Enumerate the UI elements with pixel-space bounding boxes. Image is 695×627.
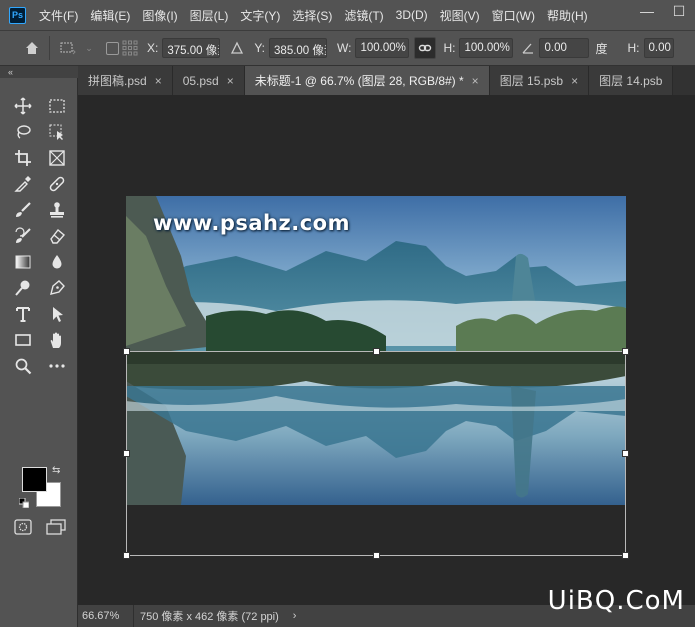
menu-help[interactable]: 帮助(H) bbox=[547, 7, 588, 24]
h-skew-field[interactable]: 0.00 bbox=[643, 38, 674, 58]
document-info: 750 像素 x 462 像素 (72 ppi) bbox=[140, 611, 279, 623]
rotate-angle-field[interactable]: 0.00 bbox=[539, 38, 590, 58]
default-colors-icon[interactable] bbox=[19, 498, 29, 508]
gradient-tool-icon[interactable] bbox=[10, 251, 36, 273]
tab-05[interactable]: 05.psd × bbox=[172, 66, 245, 95]
x-label: X: bbox=[147, 41, 159, 55]
ps-logo-icon: Ps bbox=[9, 6, 26, 24]
height-scale-field[interactable]: 100.00% bbox=[459, 38, 514, 58]
history-brush-tool-icon[interactable] bbox=[10, 225, 36, 247]
menu-3d[interactable]: 3D(D) bbox=[396, 8, 428, 22]
tab-label: 拼图稿.psd bbox=[88, 74, 147, 88]
transform-handle-bottom[interactable] bbox=[373, 552, 380, 559]
healing-brush-tool-icon[interactable] bbox=[44, 173, 70, 195]
menu-layer[interactable]: 图层(L) bbox=[190, 7, 229, 24]
quick-mask-icon[interactable] bbox=[14, 519, 32, 535]
h-label: H: bbox=[443, 41, 456, 55]
more-tools-icon[interactable] bbox=[44, 355, 70, 377]
menu-select[interactable]: 选择(S) bbox=[292, 7, 332, 24]
tab-label: 未标题-1 @ 66.7% (图层 28, RGB/8#) * bbox=[254, 74, 464, 88]
x-position-field[interactable]: 375.00 像素 bbox=[162, 38, 221, 58]
marquee-tool-icon[interactable] bbox=[44, 95, 70, 117]
y-position-field[interactable]: 385.00 像素 bbox=[269, 38, 328, 58]
h-skew-label: H: bbox=[627, 41, 640, 55]
tab-label: 图层 14.psb bbox=[599, 74, 663, 88]
width-scale-field[interactable]: 100.00% bbox=[355, 38, 410, 58]
menu-window[interactable]: 窗口(W) bbox=[492, 7, 535, 24]
tab-layer-14[interactable]: 图层 14.psb bbox=[589, 66, 674, 95]
menu-bar: Ps 文件(F) 编辑(E) 图像(I) 图层(L) 文字(Y) 选择(S) 滤… bbox=[0, 0, 695, 30]
y-label: Y: bbox=[254, 41, 266, 55]
object-selection-tool-icon[interactable] bbox=[44, 121, 70, 143]
reference-point-checkbox[interactable] bbox=[106, 41, 119, 55]
transform-handle-right[interactable] bbox=[622, 450, 629, 457]
w-label: W: bbox=[337, 41, 352, 55]
blur-tool-icon[interactable] bbox=[44, 251, 70, 273]
eraser-tool-icon[interactable] bbox=[44, 225, 70, 247]
reference-point-grid-icon[interactable] bbox=[119, 37, 141, 59]
angle-unit-label: 度 bbox=[595, 41, 608, 56]
tab-label: 图层 15.psb bbox=[499, 74, 564, 88]
rotate-angle-icon bbox=[517, 37, 539, 59]
crop-tool-icon[interactable] bbox=[10, 147, 36, 169]
zoom-tool-icon[interactable] bbox=[10, 355, 36, 377]
close-icon[interactable]: × bbox=[472, 74, 479, 88]
photoshop-window: Ps 文件(F) 编辑(E) 图像(I) 图层(L) 文字(Y) 选择(S) 滤… bbox=[0, 0, 695, 627]
dodge-tool-icon[interactable] bbox=[10, 277, 36, 299]
screen-mode-icon[interactable] bbox=[46, 519, 66, 535]
maximize-button[interactable]: ☐ bbox=[663, 0, 695, 22]
transform-handle-top[interactable] bbox=[373, 348, 380, 355]
link-icon[interactable] bbox=[414, 37, 437, 59]
status-menu-arrow-icon[interactable]: › bbox=[293, 610, 297, 622]
eyedropper-tool-icon[interactable] bbox=[10, 173, 36, 195]
menu-edit[interactable]: 编辑(E) bbox=[90, 7, 130, 24]
transform-handle-left[interactable] bbox=[123, 450, 130, 457]
move-tool-icon[interactable] bbox=[10, 95, 36, 117]
clone-stamp-tool-icon[interactable] bbox=[44, 199, 70, 221]
type-tool-icon[interactable] bbox=[10, 303, 36, 325]
chevron-down-icon[interactable]: ⌄ bbox=[78, 37, 100, 59]
free-transform-box[interactable] bbox=[123, 348, 629, 559]
transform-handle-top-left[interactable] bbox=[123, 348, 130, 355]
lasso-tool-icon[interactable] bbox=[10, 121, 36, 143]
window-controls: — ☐ bbox=[631, 0, 695, 22]
transform-handle-bottom-right[interactable] bbox=[622, 552, 629, 559]
foreground-color-swatch[interactable] bbox=[22, 467, 47, 492]
minimize-button[interactable]: — bbox=[631, 0, 663, 22]
menu-image[interactable]: 图像(I) bbox=[142, 7, 177, 24]
watermark-text: www.psahz.com bbox=[153, 211, 350, 235]
canvas-workspace[interactable]: www.psahz.com bbox=[78, 95, 695, 605]
tab-label: 05.psd bbox=[182, 73, 219, 88]
close-icon[interactable]: × bbox=[227, 74, 234, 88]
menu-type[interactable]: 文字(Y) bbox=[240, 7, 280, 24]
zoom-level-field[interactable]: 66.67% bbox=[78, 605, 134, 627]
home-icon[interactable] bbox=[21, 37, 43, 59]
options-bar: ⌄ X: 375.00 像素 Y: 385.00 像素 W: 100.00% H… bbox=[0, 30, 695, 65]
pen-tool-icon[interactable] bbox=[44, 277, 70, 299]
hand-tool-icon[interactable] bbox=[44, 329, 70, 351]
tab-pintugao[interactable]: 拼图稿.psd × bbox=[78, 66, 173, 95]
close-icon[interactable]: × bbox=[571, 74, 578, 88]
toolbox-collapse-button[interactable]: « bbox=[0, 66, 78, 78]
divider bbox=[49, 36, 50, 60]
document-tabs: 拼图稿.psd × 05.psd × 未标题-1 @ 66.7% (图层 28,… bbox=[78, 66, 695, 95]
menu-file[interactable]: 文件(F) bbox=[39, 7, 78, 24]
close-icon[interactable]: × bbox=[155, 74, 162, 88]
tab-layer-15[interactable]: 图层 15.psb × bbox=[489, 66, 590, 95]
frame-tool-icon[interactable] bbox=[44, 147, 70, 169]
menu-view[interactable]: 视图(V) bbox=[440, 7, 480, 24]
toolbox: ⇆ bbox=[0, 78, 78, 627]
menu-filter[interactable]: 滤镜(T) bbox=[344, 7, 383, 24]
transform-handle-bottom-left[interactable] bbox=[123, 552, 130, 559]
path-selection-tool-icon[interactable] bbox=[44, 303, 70, 325]
brush-tool-icon[interactable] bbox=[10, 199, 36, 221]
tab-untitled-1[interactable]: 未标题-1 @ 66.7% (图层 28, RGB/8#) * × bbox=[244, 66, 490, 95]
swap-colors-icon[interactable]: ⇆ bbox=[52, 465, 60, 476]
relative-position-icon[interactable] bbox=[226, 37, 248, 59]
site-brand-watermark: UiBQ.CoM bbox=[547, 586, 685, 616]
transform-handle-top-right[interactable] bbox=[622, 348, 629, 355]
rectangle-tool-icon[interactable] bbox=[10, 329, 36, 351]
move-tool-preset-icon[interactable] bbox=[56, 37, 78, 59]
